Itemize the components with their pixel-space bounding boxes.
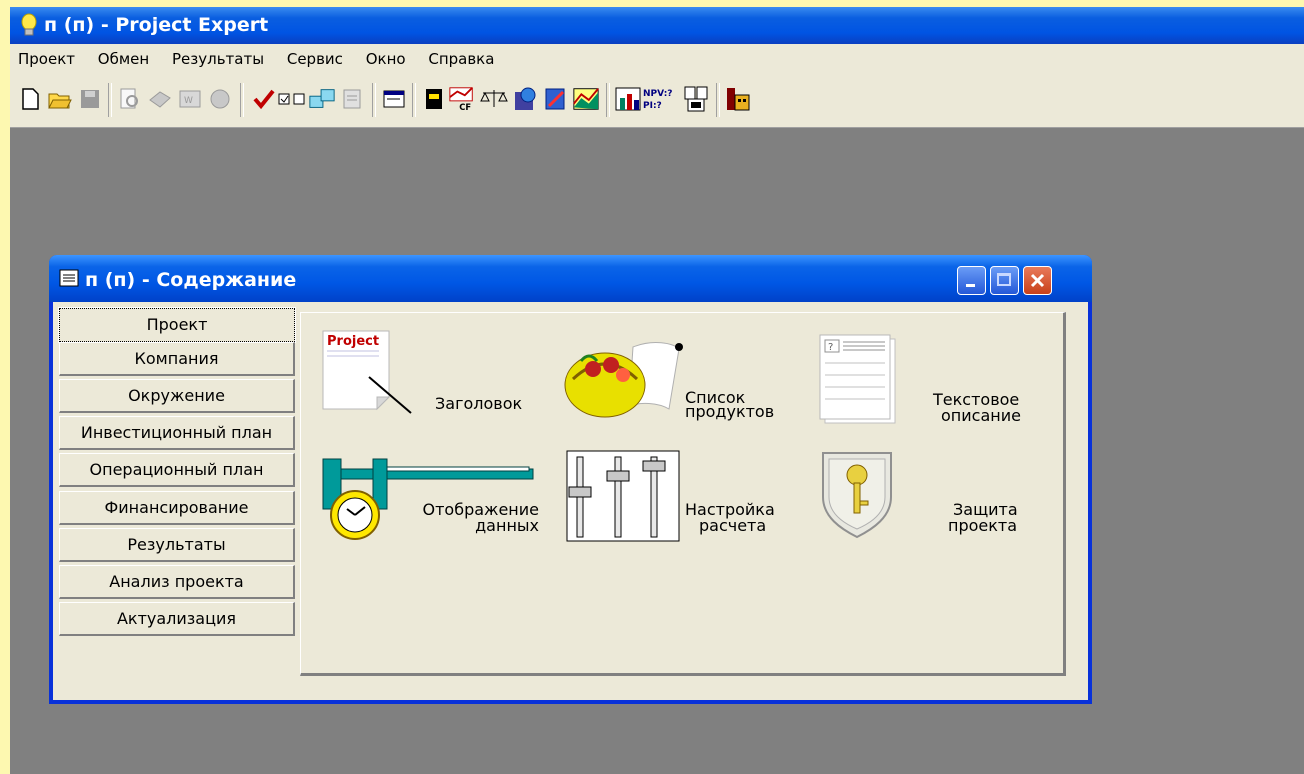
- tab-investment-plan[interactable]: Инвестиционный план: [59, 416, 295, 450]
- tab-project[interactable]: Проект: [58, 307, 296, 343]
- display-label-line2[interactable]: данных: [399, 517, 539, 534]
- shield-key-icon[interactable]: [819, 447, 895, 539]
- menu-help[interactable]: Справка: [428, 44, 494, 74]
- window-menu-icon[interactable]: [59, 269, 79, 287]
- npv-icon[interactable]: NPV:? PI:?: [642, 84, 678, 114]
- title-page-icon[interactable]: Project: [319, 327, 419, 417]
- new-icon[interactable]: [16, 84, 44, 114]
- window-icon[interactable]: [380, 84, 408, 114]
- tab-company[interactable]: Компания: [59, 342, 295, 376]
- sliders-icon[interactable]: [565, 449, 681, 543]
- table-icon[interactable]: [682, 84, 710, 114]
- toolbar-separator: [108, 83, 112, 117]
- toolbar-separator: [372, 83, 376, 117]
- report-icon[interactable]: W: [176, 84, 204, 114]
- contents-window: п (п) - Содержание Проект Компания Окруж…: [49, 255, 1092, 704]
- globe-icon[interactable]: [206, 84, 234, 114]
- close-icon: [1030, 273, 1045, 288]
- balance-icon[interactable]: [480, 84, 508, 114]
- preview-icon[interactable]: [116, 84, 144, 114]
- calc-label-line2[interactable]: расчета: [699, 517, 766, 534]
- product-basket-icon[interactable]: [563, 329, 687, 421]
- toolbar: W CF NPV:? PI:?: [10, 74, 1304, 128]
- save-icon[interactable]: [76, 84, 104, 114]
- npv-label: NPV:?: [643, 89, 673, 99]
- check-icon[interactable]: [250, 84, 278, 114]
- lightbulb-icon: [21, 13, 37, 36]
- exchange-icon[interactable]: [308, 84, 336, 114]
- menu-service[interactable]: Сервис: [287, 44, 343, 74]
- toolbar-separator: [412, 83, 416, 117]
- tab-actualization[interactable]: Актуализация: [59, 602, 295, 636]
- tab-environment[interactable]: Окружение: [59, 379, 295, 413]
- title-label[interactable]: Заголовок: [435, 395, 522, 412]
- menu-window[interactable]: Окно: [366, 44, 406, 74]
- tab-financing[interactable]: Финансирование: [59, 491, 295, 525]
- close-button[interactable]: [1023, 266, 1052, 295]
- cashflow-chart-icon[interactable]: CF: [448, 84, 476, 114]
- toolbar-separator: [606, 83, 610, 117]
- protect-label-line2[interactable]: проекта: [948, 517, 1017, 534]
- factory-icon[interactable]: [724, 84, 752, 114]
- graph-icon[interactable]: [542, 84, 570, 114]
- svg-text:?: ?: [828, 342, 833, 353]
- app-titlebar[interactable]: п (п) - Project Expert: [10, 7, 1304, 44]
- checkbox-icon[interactable]: [278, 84, 306, 114]
- bar-chart-icon[interactable]: [614, 84, 642, 114]
- contents-window-title: п (п) - Содержание: [85, 269, 297, 291]
- toolbar-separator: [716, 83, 720, 117]
- menu-results[interactable]: Результаты: [172, 44, 264, 74]
- section-panel: Project Заголовок Список продуктов ? Тек…: [300, 312, 1066, 676]
- maximize-icon: [997, 273, 1011, 286]
- minimize-button[interactable]: [957, 266, 986, 295]
- toolbar-separator: [240, 83, 244, 117]
- pi-label: PI:?: [643, 101, 662, 111]
- area-chart-icon[interactable]: [572, 84, 600, 114]
- tab-results[interactable]: Результаты: [59, 528, 295, 562]
- list-icon[interactable]: [338, 84, 366, 114]
- tab-operational-plan[interactable]: Операционный план: [59, 453, 295, 487]
- contents-window-titlebar[interactable]: п (п) - Содержание: [49, 255, 1092, 302]
- menu-exchange[interactable]: Обмен: [98, 44, 149, 74]
- calculator-globe-icon[interactable]: [512, 84, 540, 114]
- minimize-icon: [966, 284, 975, 287]
- text-document-icon[interactable]: ?: [815, 333, 905, 429]
- contents-window-body: Проект Компания Окружение Инвестиционный…: [53, 302, 1088, 700]
- title-icon-text: Project: [327, 334, 379, 349]
- svg-text:W: W: [184, 96, 193, 106]
- products-label-line2[interactable]: продуктов: [685, 403, 774, 420]
- print-icon[interactable]: [146, 84, 174, 114]
- app-title: п (п) - Project Expert: [44, 14, 269, 36]
- menu-project[interactable]: Проект: [18, 44, 75, 74]
- text-desc-label-line2[interactable]: описание: [941, 407, 1021, 424]
- tab-project-analysis[interactable]: Анализ проекта: [59, 565, 295, 599]
- menu-bar: Проект Обмен Результаты Сервис Окно Спра…: [10, 44, 1304, 74]
- open-icon[interactable]: [46, 84, 74, 114]
- maximize-button[interactable]: [990, 266, 1019, 295]
- card-icon[interactable]: [420, 84, 448, 114]
- cf-label: CF: [459, 102, 471, 112]
